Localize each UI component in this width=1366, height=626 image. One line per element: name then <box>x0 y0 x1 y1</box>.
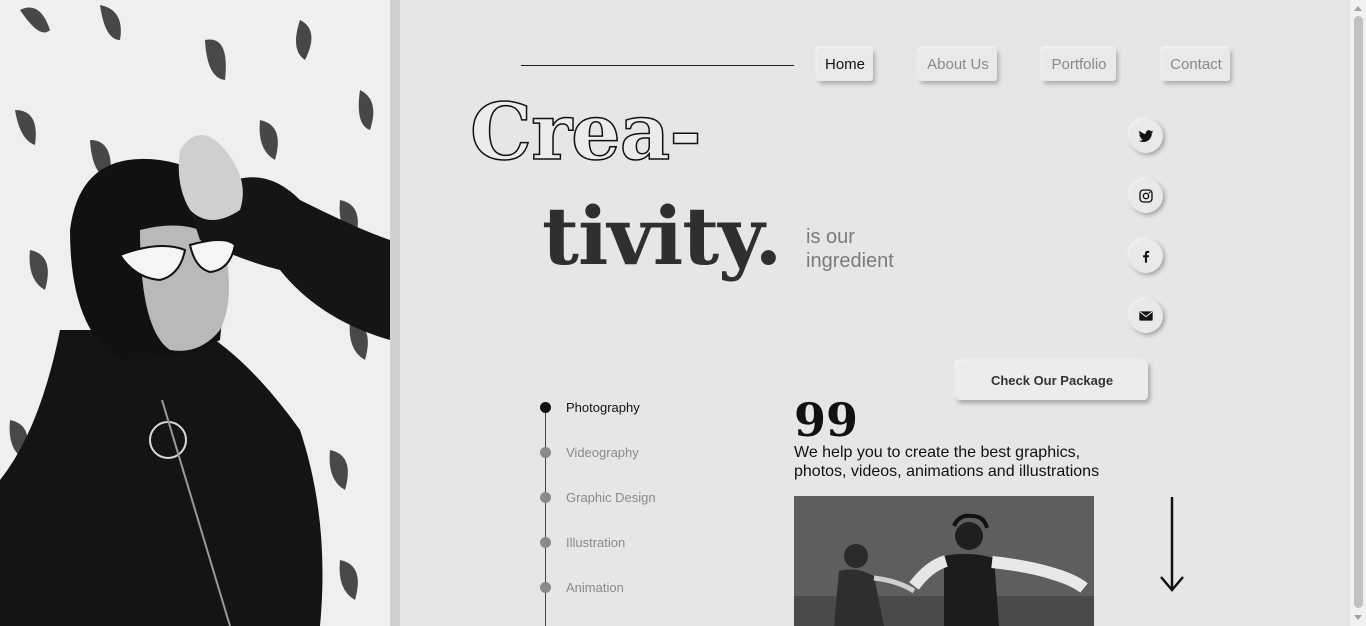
service-videography[interactable]: Videography <box>540 442 639 462</box>
mail-icon <box>1139 311 1153 321</box>
service-illustration[interactable]: Illustration <box>540 532 625 552</box>
hero-photo <box>0 0 390 626</box>
service-photography[interactable]: Photography <box>540 397 640 417</box>
dancers-photo <box>794 496 1094 626</box>
nav-contact[interactable]: Contact <box>1162 48 1230 81</box>
timeline-dot <box>540 401 551 413</box>
scroll-up-arrow-icon[interactable] <box>1354 6 1362 11</box>
scroll-down-arrow-icon[interactable] <box>1158 497 1186 593</box>
timeline-dot <box>540 491 551 503</box>
photo-divider <box>390 0 400 626</box>
quote-mark-icon: 99 <box>794 393 859 447</box>
timeline-dot <box>540 581 551 593</box>
timeline-dot <box>540 446 551 458</box>
service-animation[interactable]: Animation <box>540 577 624 597</box>
mail-button[interactable] <box>1129 299 1163 333</box>
tagline-line-1: is our <box>806 226 855 248</box>
scrollbar-thumb[interactable] <box>1354 16 1363 608</box>
instagram-button[interactable] <box>1129 179 1163 213</box>
facebook-button[interactable] <box>1129 239 1163 273</box>
service-label: Photography <box>566 399 640 415</box>
service-label: Illustration <box>566 534 626 550</box>
timeline-dot <box>540 536 551 548</box>
service-label: Animation <box>566 579 624 595</box>
service-label: Videography <box>566 444 639 460</box>
headline-outline: Crea- <box>469 87 702 178</box>
quote-text: We help you to create the best graphics,… <box>794 444 1100 480</box>
check-package-button[interactable]: Check Our Package <box>956 361 1148 400</box>
service-label: Graphic Design <box>566 489 656 505</box>
page-scrollbar[interactable] <box>1349 0 1366 626</box>
nav-divider-line <box>521 65 794 66</box>
service-graphic-design[interactable]: Graphic Design <box>540 487 656 507</box>
twitter-icon <box>1138 130 1154 143</box>
tagline: is our ingredient <box>806 225 946 273</box>
instagram-icon <box>1139 189 1153 203</box>
nav-portfolio[interactable]: Portfolio <box>1042 48 1116 81</box>
facebook-icon <box>1143 250 1150 263</box>
tagline-line-2: ingredient <box>806 250 894 272</box>
nav-home[interactable]: Home <box>817 48 873 81</box>
headline-solid: tivity. <box>542 189 782 283</box>
twitter-button[interactable] <box>1129 119 1163 153</box>
nav-about-us[interactable]: About Us <box>919 48 997 81</box>
scroll-down-small-arrow-icon[interactable] <box>1354 615 1362 620</box>
